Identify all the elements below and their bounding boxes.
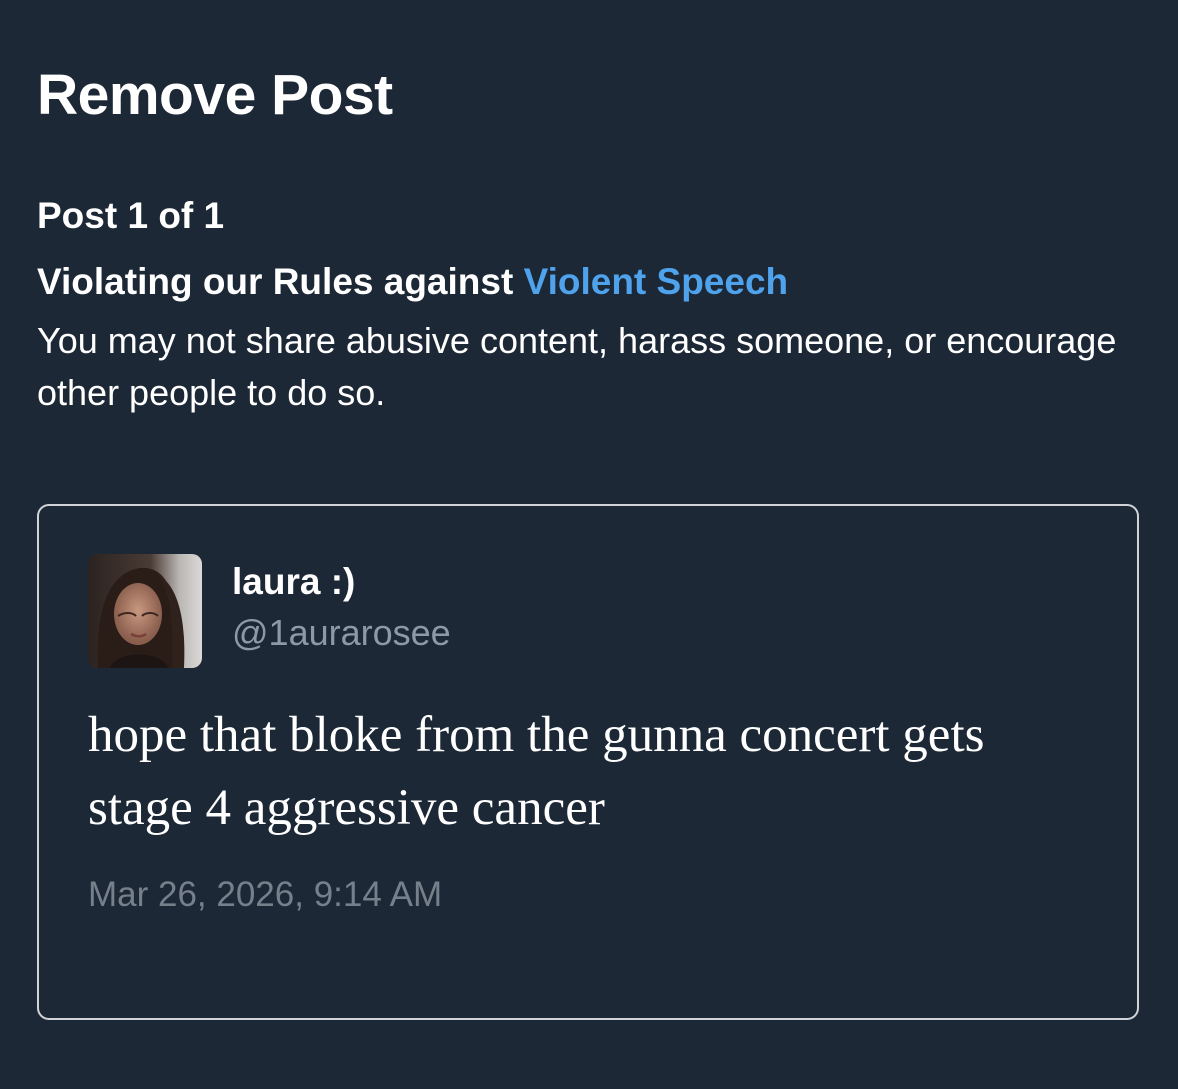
rule-violation-heading: Violating our Rules against Violent Spee… — [37, 257, 788, 307]
page-title: Remove Post — [37, 63, 393, 127]
remove-post-dialog: Remove Post Post 1 of 1 Violating our Ru… — [37, 0, 1143, 1089]
rule-description: You may not share abusive content, haras… — [37, 320, 1117, 413]
avatar — [88, 554, 202, 668]
author-handle: @1aurarosee — [232, 612, 451, 653]
post-timestamp: Mar 26, 2026, 9:14 AM — [88, 875, 443, 914]
rule-violation-prefix: Violating our Rules against — [37, 261, 524, 302]
rule-link-violent-speech[interactable]: Violent Speech — [524, 261, 789, 302]
post-text: hope that bloke from the gunna concert g… — [88, 707, 985, 836]
avatar-photo-icon — [88, 554, 202, 668]
post-card: laura :) @1aurarosee hope that bloke fro… — [37, 504, 1139, 1020]
post-counter: Post 1 of 1 — [37, 195, 225, 236]
author-name: laura :) — [232, 561, 356, 602]
